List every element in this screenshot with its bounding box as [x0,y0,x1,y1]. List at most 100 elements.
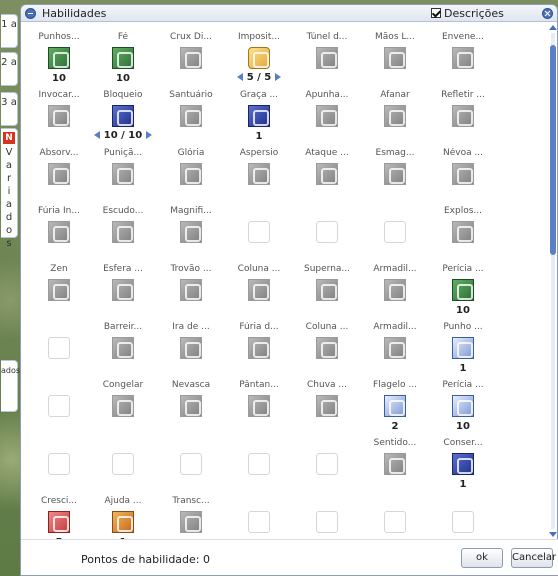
skill-slot[interactable]: Transc... [157,487,225,547]
skill-icon[interactable] [248,105,270,127]
skill-icon[interactable] [384,163,406,185]
skill-slot[interactable]: Armadil... [361,313,429,373]
skill-icon[interactable] [384,47,406,69]
skill-slot[interactable]: Perícia ... 10 [429,371,497,432]
skill-slot[interactable]: Punho ... 1 [429,313,497,374]
skill-icon[interactable] [112,163,134,185]
skill-icon[interactable] [180,163,202,185]
skill-slot[interactable]: Zen [25,255,93,315]
increase-arrow-icon[interactable] [275,73,282,81]
skill-slot[interactable]: Envene... [429,23,497,83]
skill-icon[interactable] [48,47,70,69]
skill-slot[interactable]: Explos... [429,197,497,257]
scroll-up-arrow-icon[interactable] [548,23,558,31]
chat-tab-5[interactable]: ados [1,360,20,412]
skill-slot[interactable]: Túnel d... [293,23,361,83]
skill-icon[interactable] [180,221,202,243]
scroll-down-arrow-icon[interactable] [548,531,558,539]
skill-slot[interactable]: Coluna ... [293,313,361,373]
skill-icon[interactable] [316,337,338,359]
skill-slot[interactable]: Mãos L... [361,23,429,83]
skill-slot[interactable]: Crux Di... [157,23,225,83]
skill-icon[interactable] [48,105,70,127]
skill-icon[interactable] [452,453,474,475]
skill-icon[interactable] [452,221,474,243]
skill-icon[interactable] [316,105,338,127]
skill-icon[interactable] [48,279,70,301]
skill-icon[interactable] [248,47,270,69]
skill-slot[interactable]: Perícia ... 10 [429,255,497,316]
skill-slot[interactable]: Santuário [157,81,225,141]
title-bar[interactable]: Habilidades Descrições [21,5,557,22]
skill-slot[interactable]: Névoa ... [429,139,497,199]
skill-icon[interactable] [384,337,406,359]
skill-slot[interactable]: Esfera ... [89,255,157,315]
skill-slot[interactable]: Fé 10 [89,23,157,84]
skill-icon[interactable] [452,337,474,359]
skill-icon[interactable] [452,163,474,185]
skill-icon[interactable] [112,105,134,127]
skill-icon[interactable] [248,395,270,417]
skill-slot[interactable]: Esmag... [361,139,429,199]
skill-slot[interactable]: Escudo... [89,197,157,257]
skill-slot[interactable]: Graça ... 1 [225,81,293,142]
skill-icon[interactable] [452,395,474,417]
skill-icon[interactable] [180,337,202,359]
skill-icon[interactable] [180,279,202,301]
decrease-arrow-icon[interactable] [236,73,243,81]
scroll-thumb[interactable] [550,45,556,255]
chat-tab-2[interactable]: 2 a [1,52,18,86]
decrease-arrow-icon[interactable] [93,131,100,139]
skill-slot[interactable]: Cresci...5 [25,487,93,548]
skill-slot[interactable]: Punhos... 10 [25,23,93,84]
skill-slot[interactable]: Afanar [361,81,429,141]
skill-icon[interactable] [452,105,474,127]
skill-icon[interactable] [452,47,474,69]
skill-icon[interactable] [384,279,406,301]
cancel-button[interactable]: Cancelar [511,548,556,568]
skill-icon[interactable] [180,47,202,69]
skill-icon[interactable] [316,47,338,69]
skill-icon[interactable] [48,511,70,533]
skill-slot[interactable]: Absorv... [25,139,93,199]
skill-icon[interactable] [248,279,270,301]
skill-icon[interactable] [112,511,134,533]
skill-slot[interactable]: Trovão ... [157,255,225,315]
skill-slot[interactable]: Coluna ... [225,255,293,315]
skill-slot[interactable]: Barreir... [89,313,157,373]
skill-slot[interactable]: Fúria d... [225,313,293,373]
skill-icon[interactable] [316,163,338,185]
skill-icon[interactable] [112,337,134,359]
skill-slot[interactable]: Fúria In... [25,197,93,257]
chat-tab-1[interactable]: 1 a [1,14,18,48]
skill-slot[interactable]: Ajuda ...1 [89,487,157,548]
skill-slot[interactable]: Flagelo ... 2 [361,371,429,432]
skill-icon[interactable] [384,453,406,475]
chat-tab-3[interactable]: 3 a [1,92,18,126]
increase-arrow-icon[interactable] [146,131,153,139]
skill-icon[interactable] [180,105,202,127]
skill-slot[interactable]: Pântan... [225,371,293,431]
skill-icon[interactable] [112,221,134,243]
minimize-icon[interactable] [25,8,36,19]
skill-slot[interactable]: Sentido... [361,429,429,489]
skill-icon[interactable] [112,279,134,301]
skill-slot[interactable]: Conser... 1 [429,429,497,490]
skill-icon[interactable] [112,395,134,417]
skill-slot[interactable]: Nevasca [157,371,225,431]
skill-icon[interactable] [112,47,134,69]
skill-icon[interactable] [384,395,406,417]
skill-slot[interactable]: Imposit... 5 / 5 [225,23,293,83]
skill-slot[interactable]: Aspersio [225,139,293,199]
skill-slot[interactable]: Bloqueio 10 / 10 [89,81,157,141]
skill-icon[interactable] [248,337,270,359]
scrollbar[interactable] [548,23,558,539]
chat-tab-variados[interactable]: N Variados [1,128,18,249]
skill-icon[interactable] [248,163,270,185]
skill-icon[interactable] [384,105,406,127]
descriptions-checkbox[interactable] [431,8,441,18]
ok-button[interactable]: ok [461,548,503,568]
skill-slot[interactable]: Magnifi... [157,197,225,257]
close-icon[interactable] [542,8,553,19]
skill-icon[interactable] [48,221,70,243]
